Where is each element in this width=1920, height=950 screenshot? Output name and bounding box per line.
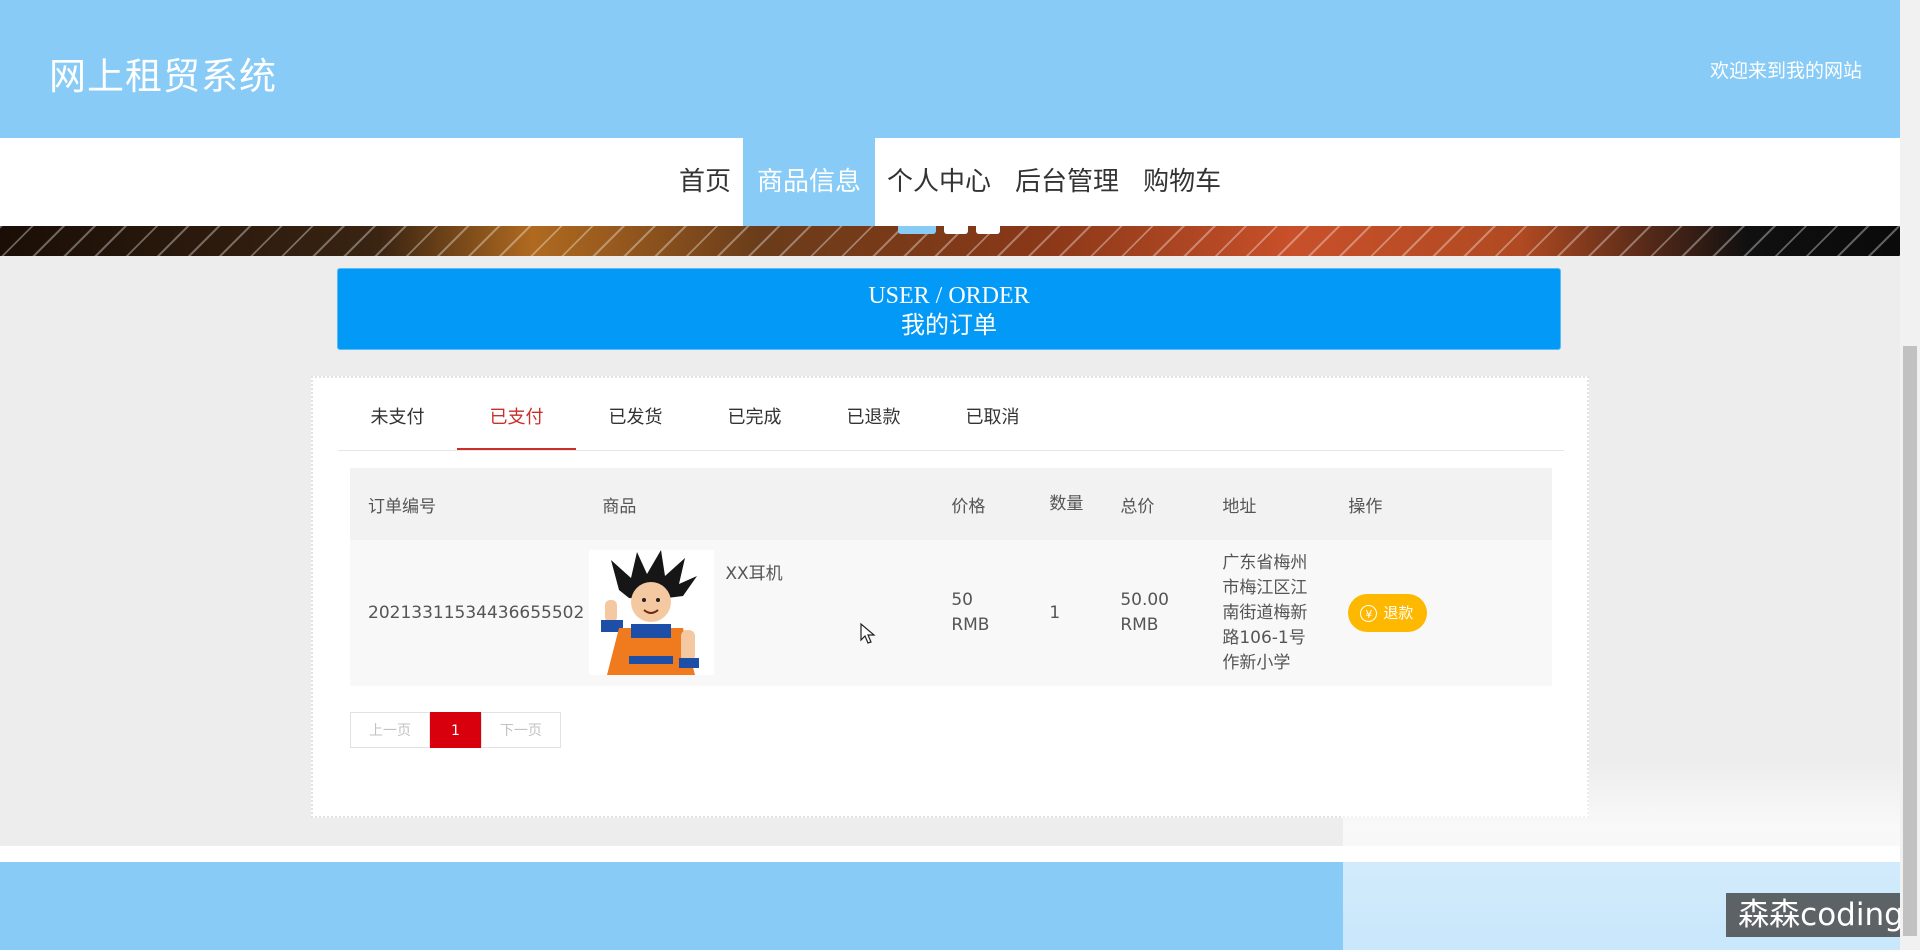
- order-no-cell: 20213311534436655502: [350, 540, 585, 686]
- main-nav: 首页 商品信息 个人中心 后台管理 购物车: [0, 138, 1900, 226]
- carousel-indicators: [898, 226, 1000, 234]
- watermark: 森森coding: [1726, 893, 1916, 937]
- nav-item-products[interactable]: 商品信息: [743, 138, 876, 226]
- price-cell: 50 RMB: [933, 540, 1032, 686]
- tab-paid[interactable]: 已支付: [457, 388, 576, 450]
- carousel-dot[interactable]: [898, 226, 936, 234]
- scrollbar-thumb[interactable]: [1903, 346, 1917, 936]
- nav-item-admin[interactable]: 后台管理: [1003, 138, 1131, 226]
- tab-unpaid[interactable]: 未支付: [338, 388, 457, 450]
- qty-cell: 1: [1031, 540, 1103, 686]
- orders-table: 订单编号 商品 价格 数量 总价 地址 操作 20213311534436655…: [350, 468, 1552, 686]
- page-1-button[interactable]: 1: [430, 712, 481, 748]
- col-order-no: 订单编号: [350, 468, 585, 540]
- tab-completed[interactable]: 已完成: [695, 388, 814, 450]
- footer-spacer: [0, 846, 1900, 862]
- yen-icon: ¥: [1360, 604, 1378, 622]
- next-page-button[interactable]: 下一页: [480, 712, 561, 748]
- site-footer: [0, 862, 1900, 950]
- total-cell: 50.00 RMB: [1102, 540, 1205, 686]
- tab-shipped[interactable]: 已发货: [576, 388, 695, 450]
- nav-item-home[interactable]: 首页: [667, 138, 743, 226]
- prev-page-button[interactable]: 上一页: [350, 712, 430, 748]
- carousel-dot[interactable]: [944, 226, 968, 234]
- welcome-text: 欢迎来到我的网站: [1709, 60, 1862, 82]
- table-header-row: 订单编号 商品 价格 数量 总价 地址 操作: [350, 468, 1552, 540]
- action-cell: ¥ 退款: [1330, 540, 1552, 686]
- page-scrollbar[interactable]: [1900, 0, 1920, 950]
- page-title-box: USER / ORDER 我的订单: [337, 268, 1561, 350]
- goku-image-icon: [589, 550, 715, 675]
- address-cell: 广东省梅州市梅江区江南街道梅新路106-1号作新小学: [1204, 540, 1331, 686]
- col-price: 价格: [933, 468, 1032, 540]
- col-address: 地址: [1204, 468, 1331, 540]
- product-image[interactable]: [589, 550, 715, 675]
- nav-item-profile[interactable]: 个人中心: [875, 138, 1003, 226]
- pagination: 上一页 1 下一页: [350, 712, 561, 748]
- order-panel: 未支付 已支付 已发货 已完成 已退款 已取消 订单编号 商品 价格 数量 总价…: [311, 376, 1589, 818]
- mouse-cursor-icon: [860, 623, 876, 644]
- col-product: 商品: [584, 468, 934, 540]
- tab-cancelled[interactable]: 已取消: [933, 388, 1052, 450]
- product-name[interactable]: XX耳机: [725, 562, 782, 587]
- col-action: 操作: [1330, 468, 1552, 540]
- refund-label: 退款: [1383, 603, 1414, 622]
- site-header: 网上租贸系统 欢迎来到我的网站: [0, 0, 1900, 138]
- page-title-cn: 我的订单: [901, 311, 997, 339]
- page-title-en: USER / ORDER: [868, 283, 1030, 309]
- order-status-tabs: 未支付 已支付 已发货 已完成 已退款 已取消: [338, 388, 1564, 451]
- tab-refunded[interactable]: 已退款: [814, 388, 933, 450]
- site-title: 网上租贸系统: [49, 55, 277, 98]
- carousel-dot[interactable]: [976, 226, 1000, 234]
- product-cell: XX耳机: [584, 540, 934, 686]
- col-total: 总价: [1102, 468, 1205, 540]
- nav-item-cart[interactable]: 购物车: [1131, 138, 1233, 226]
- table-row: 20213311534436655502 XX耳机 50 RMB 1 50.00…: [350, 540, 1552, 686]
- refund-button[interactable]: ¥ 退款: [1348, 594, 1428, 632]
- col-qty: 数量: [1031, 468, 1103, 540]
